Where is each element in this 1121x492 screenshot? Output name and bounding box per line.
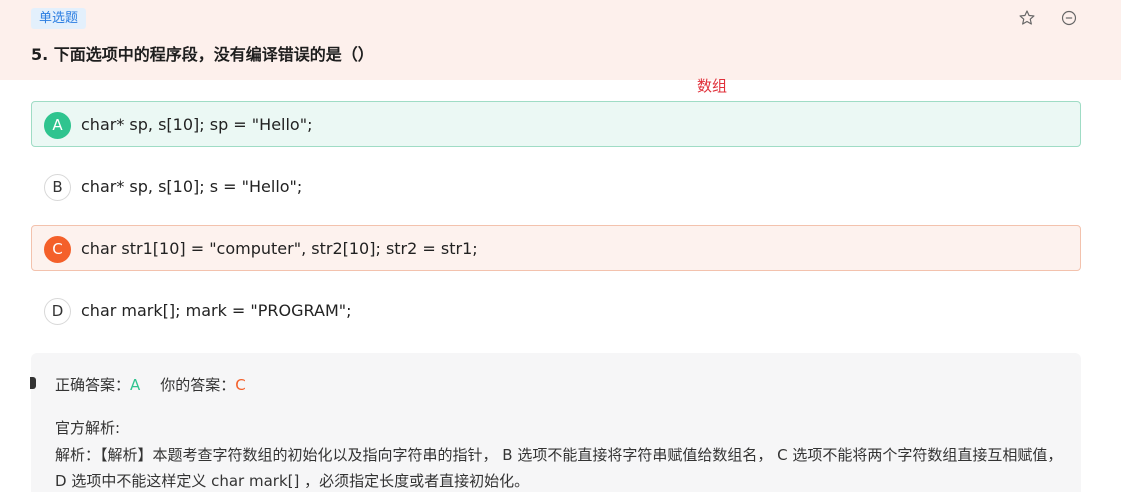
- your-answer-value: C: [235, 376, 246, 394]
- option-a[interactable]: A char* sp, s[10]; sp = "Hello";: [31, 101, 1081, 147]
- option-c[interactable]: C char str1[10] = "computer", str2[10]; …: [31, 225, 1081, 271]
- analysis-text: 解析：【解析】本题考查字符数组的初始化以及指向字符串的指针， B 选项不能直接将…: [55, 446, 1063, 490]
- star-outline-icon[interactable]: [1018, 9, 1036, 27]
- answer-panel: 正确答案：A 你的答案：C 官方解析: 解析：【解析】本题考查字符数组的初始化以及…: [30, 353, 1081, 492]
- correct-answer-label: 正确答案：: [55, 376, 131, 394]
- correct-answer-value: A: [130, 376, 141, 394]
- option-text: char* sp, s[10]; s = "Hello";: [81, 177, 303, 196]
- option-letter-badge: B: [44, 174, 71, 201]
- option-letter-badge: D: [44, 298, 71, 325]
- answer-summary: 正确答案：A 你的答案：C: [55, 375, 246, 395]
- option-text: char mark[]; mark = "PROGRAM";: [81, 301, 352, 320]
- option-text: char* sp, s[10]; sp = "Hello";: [81, 115, 313, 134]
- option-d[interactable]: D char mark[]; mark = "PROGRAM";: [31, 287, 1081, 333]
- option-text: char str1[10] = "computer", str2[10]; st…: [81, 239, 478, 258]
- option-letter-badge: A: [44, 112, 71, 139]
- your-answer-label: 你的答案：: [160, 376, 236, 394]
- official-analysis-label: 官方解析:: [55, 419, 121, 437]
- question-header: 单选题 5. 下面选项中的程序段，没有编译错误的是（）: [0, 0, 1121, 80]
- option-b[interactable]: B char* sp, s[10]; s = "Hello";: [31, 163, 1081, 209]
- option-letter-badge: C: [44, 236, 71, 263]
- handwritten-annotation: 数组: [697, 77, 728, 95]
- collapse-handle[interactable]: [30, 377, 36, 389]
- minus-circle-icon[interactable]: [1060, 9, 1078, 27]
- question-type-tag: 单选题: [31, 8, 87, 29]
- question-title: 5. 下面选项中的程序段，没有编译错误的是（）: [31, 45, 374, 64]
